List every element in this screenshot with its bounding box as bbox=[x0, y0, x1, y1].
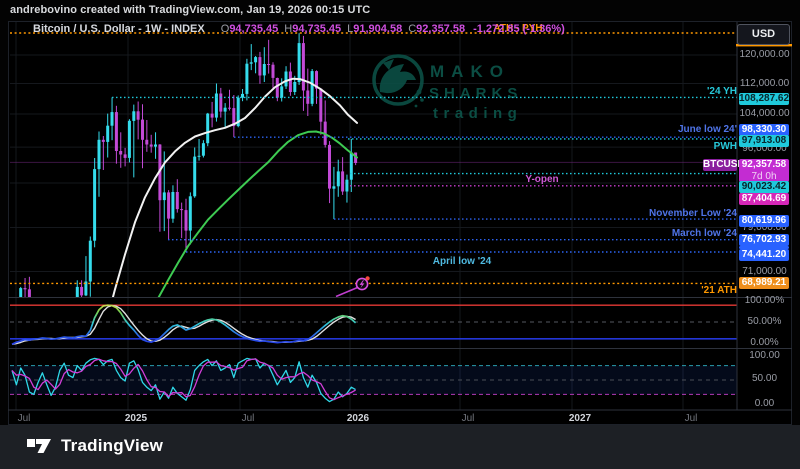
price-badge-nov-low: 80,619.96 bbox=[739, 215, 789, 227]
time-axis-label: Jul bbox=[18, 413, 31, 424]
change-value: -1,272.85 (-1.36%) bbox=[473, 23, 565, 35]
price-axis-label: 112,000.00 bbox=[737, 78, 792, 89]
symbol-title: Bitcoin / U.S. Dollar - 1W - INDEX bbox=[33, 23, 205, 35]
indicator-axis-label: 50.00% bbox=[737, 316, 792, 327]
tradingview-snapshot: andrebovino created with TradingView.com… bbox=[0, 0, 800, 469]
footer-bar: TradingView bbox=[0, 425, 800, 469]
chart-container[interactable] bbox=[8, 21, 792, 425]
price-axis-label: 104,000.00 bbox=[737, 108, 792, 119]
indicator-axis-label: 100.00 bbox=[737, 350, 792, 361]
price-badge-24yh: 108,287.62 bbox=[739, 93, 789, 105]
time-axis-label: 2027 bbox=[569, 413, 591, 424]
currency-toggle-button[interactable]: USD bbox=[737, 24, 790, 45]
price-badge-june-low: 98,330.30 bbox=[739, 124, 789, 136]
price-badge-y-open: 87,404.69 bbox=[739, 193, 789, 205]
last-price-badge: 92,357.587d 0h bbox=[739, 159, 789, 182]
price-axis-label: 71,000.00 bbox=[737, 266, 792, 277]
time-axis-label: Jul bbox=[462, 413, 475, 424]
price-badge-march-low: 76,702.93 bbox=[739, 234, 789, 246]
time-axis-label: Jul bbox=[242, 413, 255, 424]
indicator-axis-label: 50.00 bbox=[737, 373, 792, 384]
tradingview-wordmark: TradingView bbox=[61, 436, 163, 456]
attribution-text: andrebovino created with TradingView.com… bbox=[10, 4, 370, 16]
time-axis[interactable] bbox=[8, 410, 737, 425]
time-axis-label: 2026 bbox=[347, 413, 369, 424]
price-badge-pwh: 97,913.08 bbox=[739, 135, 789, 147]
ohlc-values: O94,735.45H94,735.45L91,904.58C92,357.58 bbox=[215, 23, 465, 35]
indicator-axis-label: 0.00 bbox=[737, 398, 792, 409]
tradingview-logo[interactable]: TradingView bbox=[27, 435, 163, 457]
march-low-label: March low '24 bbox=[672, 228, 737, 239]
price-badge-april-low: 74,441.20 bbox=[739, 249, 789, 261]
indicator-axis-label: 0.00% bbox=[737, 337, 792, 348]
april-low-label: April low '24 bbox=[430, 256, 494, 267]
price-axis-label: 120,000.00 bbox=[737, 49, 792, 60]
yh24-label: '24 YH bbox=[707, 86, 737, 97]
nov-low-label: November Low '24 bbox=[649, 208, 737, 219]
indicator-axis-label: 100.00% bbox=[737, 295, 792, 306]
y-open-label: Y-open bbox=[512, 174, 572, 185]
chart-legend[interactable]: Bitcoin / U.S. Dollar - 1W - INDEX O94,73… bbox=[33, 23, 565, 35]
price-badge-21ath: 68,989.21 bbox=[739, 277, 789, 289]
time-axis-label: Jul bbox=[685, 413, 698, 424]
symbol-badge: BTCUSD bbox=[703, 159, 737, 171]
pwh-label: PWH bbox=[714, 141, 737, 152]
time-axis-label: 2025 bbox=[125, 413, 147, 424]
june-low-label: June low 24' bbox=[678, 124, 737, 135]
ath21-label: '21 ATH bbox=[701, 285, 737, 296]
tradingview-glyph-icon bbox=[27, 435, 52, 457]
price-badge-pml: 90,023.42 bbox=[739, 181, 789, 193]
